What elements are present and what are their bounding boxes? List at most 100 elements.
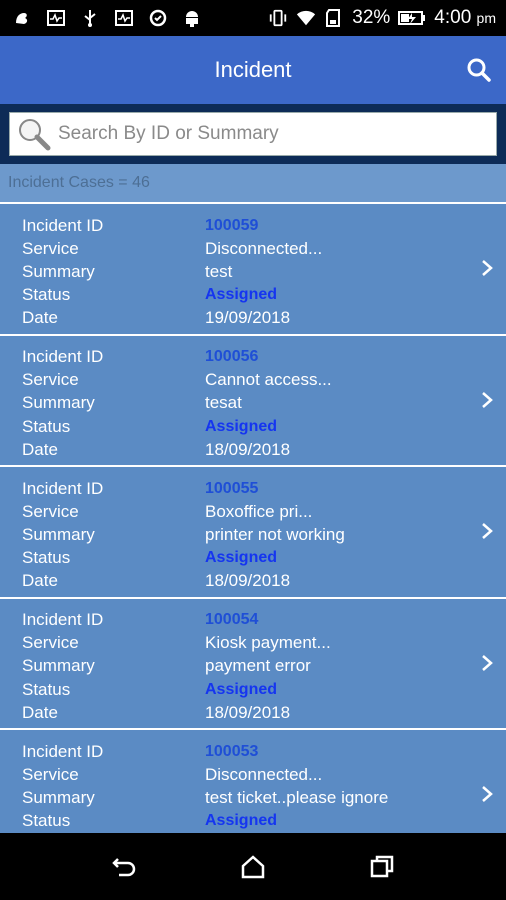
service-row: Service Kiosk payment... [22,632,331,655]
service-value: Disconnected... [205,238,323,258]
incident-card[interactable]: Incident ID 100056 Service Cannot access...… [0,333,506,465]
incident-id-row: Incident ID 100054 [22,609,258,632]
recents-button[interactable] [362,847,402,887]
incident-id-row: Incident ID 100055 [22,477,258,500]
search-input[interactable] [56,122,480,146]
status-label: Status [22,285,71,305]
android-icon [182,8,202,28]
date-value: 18/09/2018 [205,702,291,722]
service-label: Service [22,633,79,653]
incident-id-row: Incident ID 100053 [22,740,258,763]
service-label: Service [22,238,79,258]
incident-id-value: 100054 [205,611,259,628]
status-value: Assigned [205,812,278,830]
date-label: Date [22,439,58,459]
recents-icon [370,855,393,877]
incident-list: Incident ID 100059 Service Disconnected... S… [0,202,506,833]
incident-id-value: 100056 [205,348,259,365]
service-value: Cannot access... [205,370,332,390]
service-row: Service Cannot access... [22,369,332,392]
date-row: Date 18/09/2018 [22,701,290,724]
summary-label: Summary [22,261,95,281]
incident-id-row: Incident ID 100056 [22,346,258,369]
date-label: Date [22,571,58,591]
summary-label: Summary [22,393,95,413]
chevron-right-icon[interactable] [478,652,496,674]
battery-percent: 32% [352,7,391,28]
incident-card[interactable]: Incident ID 100055 Service Boxoffice pri...… [0,465,506,597]
summary-row: Summary payment error [22,655,311,678]
incident-card[interactable]: Incident ID 100054 Service Kiosk payment...… [0,596,506,728]
search-icon [467,58,491,82]
status-value: Assigned [205,680,278,698]
status-row: Status Assigned [22,810,277,833]
incident-id-value: 100055 [205,479,259,497]
chevron-right-icon[interactable] [478,389,496,411]
incident-card[interactable]: Incident ID 100059 Service Disconnected... S… [0,202,506,334]
clock: 4:00 pm [434,7,496,28]
sync-icon [148,8,168,28]
usb-icon [80,8,100,28]
incident-id-row: Incident ID 100059 [22,214,258,237]
chevron-right-icon[interactable] [478,783,496,805]
chevron-right-icon[interactable] [478,520,496,542]
incident-count-bar: Incident Cases = 46 [0,164,506,202]
service-label: Service [22,501,79,521]
incident-count: Incident Cases = 46 [8,174,150,191]
chevron-right-icon[interactable] [478,257,496,279]
incident-id-value: 100059 [205,216,259,234]
status-value: Assigned [205,417,278,435]
back-button[interactable] [104,847,144,887]
wifi-icon [296,8,316,28]
summary-label: Summary [22,787,95,807]
status-row: Status Assigned [22,678,277,701]
summary-value: test [205,261,233,281]
notification-app-icon [12,8,32,28]
battery-charging-icon [398,8,426,28]
status-label: Status [22,811,71,831]
incident-id-label: Incident ID [22,610,104,629]
status-value: Assigned [205,549,278,567]
status-bar: 32% 4:00 pm [0,0,506,36]
service-row: Service Disconnected... [22,763,322,786]
vitals-icon [114,8,134,28]
service-value: Kiosk payment... [205,633,331,653]
vitals-icon [46,8,66,28]
search-button[interactable] [462,53,496,87]
search-bar [0,104,506,164]
summary-label: Summary [22,656,95,676]
incident-id-value: 100053 [205,742,259,760]
summary-value: test ticket..please ignore [205,787,389,807]
service-row: Service Disconnected... [22,237,322,260]
date-label: Date [22,308,58,328]
summary-value: printer not working [205,524,345,544]
date-row: Date 18/09/2018 [22,438,290,461]
vibrate-icon [268,8,288,28]
summary-row: Summary test [22,260,232,283]
status-row: Status Assigned [22,415,277,438]
page-title: Incident [214,57,292,82]
date-value: 19/09/2018 [205,308,291,328]
incident-card[interactable]: Incident ID 100053 Service Disconnected... S… [0,728,506,833]
navigation-bar [0,833,506,900]
incident-id-label: Incident ID [22,478,104,498]
date-value: 18/09/2018 [205,571,291,591]
search-box[interactable] [9,112,497,156]
service-label: Service [22,764,79,784]
date-row: Date 19/09/2018 [22,307,290,330]
incident-id-label: Incident ID [22,215,104,235]
service-value: Boxoffice pri... [205,501,313,521]
date-value: 18/09/2018 [205,439,291,459]
home-button[interactable] [233,847,273,887]
magnifier-icon [14,114,54,154]
date-row: Date 18/09/2018 [22,570,290,593]
status-row: Status Assigned [22,547,277,570]
summary-row: Summary tesat [22,392,242,415]
service-row: Service Boxoffice pri... [22,500,312,523]
incident-id-label: Incident ID [22,347,104,366]
back-icon [112,857,136,876]
service-label: Service [22,370,79,390]
status-label: Status [22,548,71,568]
status-value: Assigned [205,286,278,304]
summary-label: Summary [22,524,95,544]
